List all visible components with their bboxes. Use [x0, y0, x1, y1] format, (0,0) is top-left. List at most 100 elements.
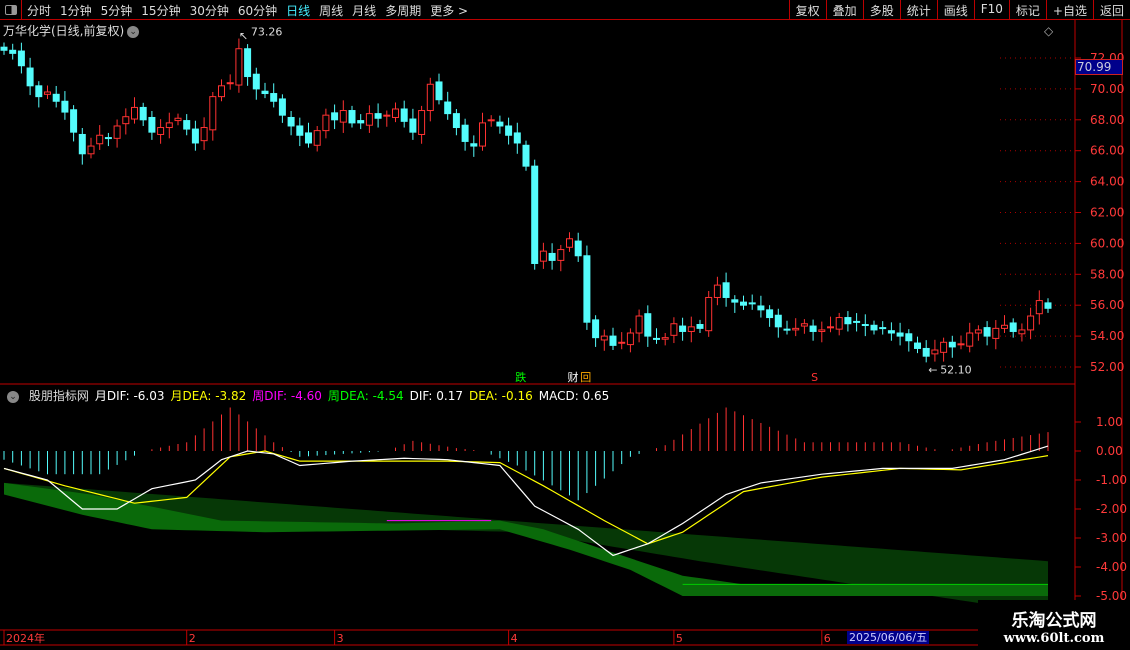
candle-body: [870, 324, 878, 331]
candle-body: [766, 309, 774, 319]
candle-body: [183, 120, 191, 130]
xaxis-label: 4: [511, 632, 518, 645]
high-label: 73.26: [251, 25, 283, 38]
candle-body: [574, 240, 582, 257]
candle-body: [827, 326, 834, 329]
price-tick-label: 62.00: [1090, 206, 1124, 220]
candle-body: [383, 114, 391, 117]
candle-body: [78, 133, 86, 155]
candle-body: [165, 122, 173, 129]
candle-body: [44, 91, 51, 95]
low-label: 52.10: [940, 363, 972, 376]
candle-body: [531, 165, 539, 264]
xaxis-label: 6: [824, 632, 831, 645]
cursor-date: 2025/06/06/五: [847, 631, 930, 644]
indicator-value: 月DEA: -3.82: [170, 389, 247, 403]
candle-body: [557, 249, 565, 261]
candle-body: [566, 238, 573, 248]
candle-body: [800, 323, 808, 327]
candle-body: [52, 93, 60, 102]
candle-body: [626, 332, 634, 346]
event-mark: 跌: [515, 370, 526, 384]
candle-body: [835, 317, 843, 330]
candle-body: [148, 116, 156, 133]
watermark: 乐淘公式网 www.60lt.com: [978, 600, 1130, 650]
candle-body: [600, 335, 608, 341]
price-tick-label: 60.00: [1090, 236, 1124, 250]
candle-body: [513, 132, 521, 144]
candle-body: [296, 125, 304, 136]
candle-body: [365, 113, 373, 126]
chart-canvas[interactable]: ◇72.0070.0068.0066.0064.0062.0060.0058.0…: [0, 0, 1130, 650]
candle-body: [174, 117, 182, 122]
candle-body: [879, 327, 887, 330]
candle-body: [17, 50, 25, 67]
indicator-value: DIF: 0.17: [409, 389, 463, 403]
candle-body: [1035, 300, 1043, 315]
candle-body: [922, 347, 930, 357]
candle-body: [992, 327, 1000, 339]
candle-body: [452, 113, 460, 129]
candle-body: [983, 327, 991, 337]
candle-body: [661, 337, 669, 340]
macd-tick-label: -4.00: [1096, 560, 1127, 574]
candle-body: [618, 341, 626, 344]
current-price-tag: 70.99: [1075, 59, 1123, 75]
candle-body: [322, 114, 330, 132]
candle-body: [252, 73, 260, 90]
candle-body: [609, 335, 617, 346]
low-arrow-icon: ←: [928, 363, 937, 376]
candle-body: [487, 119, 495, 122]
candle-body: [1018, 329, 1026, 335]
candle-body: [218, 85, 225, 98]
candle-body: [505, 125, 513, 136]
indicator-value: 周DEA: -4.54: [327, 389, 404, 403]
candle-body: [914, 342, 921, 349]
candle-body: [548, 252, 556, 261]
candle-body: [435, 81, 443, 101]
macd-tick-label: -1.00: [1096, 473, 1127, 487]
macd-tick-label: 1.00: [1096, 415, 1123, 429]
candle-body: [261, 90, 269, 95]
candle-body: [853, 320, 861, 323]
candle-body: [713, 284, 721, 298]
candle-body: [818, 329, 826, 332]
chevron-down-icon[interactable]: ⌄: [7, 390, 19, 403]
price-tick-label: 68.00: [1090, 113, 1124, 127]
candle-body: [792, 327, 800, 331]
candle-body: [539, 250, 547, 262]
price-tick-label: 58.00: [1090, 267, 1124, 281]
price-tick-label: 52.00: [1090, 360, 1124, 374]
candle-body: [583, 255, 591, 323]
candle-body: [722, 282, 730, 298]
xaxis-label: 3: [337, 632, 344, 645]
candle-body: [96, 134, 104, 145]
candle-body: [131, 106, 138, 120]
candle-body: [644, 313, 652, 337]
candle-body: [374, 113, 382, 119]
candle-body: [957, 343, 965, 346]
candle-body: [905, 333, 913, 342]
candle-body: [966, 332, 974, 347]
candle-body: [331, 112, 339, 121]
candle-body: [0, 46, 8, 51]
price-tick-label: 70.00: [1090, 82, 1124, 96]
candle-body: [313, 130, 321, 146]
indicator-name[interactable]: 股朋指标网: [29, 389, 89, 403]
candle-body: [461, 124, 469, 142]
candle-body: [809, 325, 817, 332]
candle-body: [696, 324, 704, 329]
candle-body: [278, 98, 286, 116]
watermark-title: 乐淘公式网: [1011, 611, 1097, 631]
event-mark: S: [811, 371, 818, 384]
macd-tick-label: 0.00: [1096, 444, 1123, 458]
candle-body: [757, 305, 765, 311]
candle-body: [191, 128, 199, 144]
candle-body: [61, 100, 69, 113]
candle-body: [400, 108, 408, 122]
high-arrow-icon: ↖: [239, 29, 248, 42]
candle-body: [244, 48, 252, 78]
candle-body: [896, 332, 904, 337]
candle-body: [426, 83, 434, 112]
candle-body: [653, 337, 660, 340]
